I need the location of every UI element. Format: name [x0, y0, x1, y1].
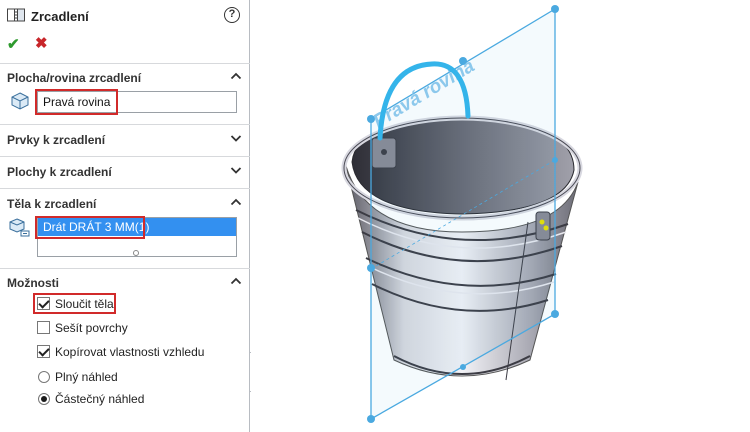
ok-button[interactable]: ✔ [7, 35, 20, 53]
highlight-bodies [35, 216, 145, 239]
mirror-feature-icon [7, 8, 25, 22]
feature-title: Zrcadlení [31, 9, 89, 24]
divider [0, 63, 250, 64]
partial-preview-label: Částečný náhled [55, 392, 145, 406]
section-features[interactable]: Prvky k zrcadlení [0, 130, 250, 150]
section-bodies[interactable]: Těla k zrcadlení [0, 194, 250, 214]
full-preview-radio[interactable] [38, 371, 50, 383]
knit-surfaces-checkbox[interactable] [37, 321, 50, 334]
list-resize-handle[interactable] [133, 250, 139, 256]
section-options-label: Možnosti [7, 276, 59, 290]
graphics-viewport[interactable]: Pravá rovina [251, 0, 750, 432]
feature-titlebar: Zrcadlení ? [0, 0, 250, 30]
section-faces[interactable]: Plochy k zrcadlení [0, 162, 250, 182]
chevron-up-icon[interactable] [230, 196, 242, 208]
divider [0, 124, 250, 125]
knit-surfaces-label: Sešít povrchy [55, 321, 128, 335]
divider [0, 188, 250, 189]
chevron-down-icon[interactable] [230, 164, 242, 176]
section-bodies-label: Těla k zrcadlení [7, 197, 97, 211]
solidworks-window: Zrcadlení ? ✔ ✖ Plocha/rovina zrcadlení … [0, 0, 750, 432]
model-view[interactable]: Pravá rovina [251, 0, 750, 432]
highlight-merge-bodies [33, 293, 116, 314]
chevron-down-icon[interactable] [230, 132, 242, 144]
section-options[interactable]: Možnosti [0, 273, 250, 293]
chevron-up-icon[interactable] [230, 70, 242, 82]
highlight-mirror-plane [35, 89, 118, 115]
cancel-button[interactable]: ✖ [35, 34, 48, 52]
divider [0, 156, 250, 157]
chevron-up-icon[interactable] [230, 275, 242, 287]
full-preview-label: Plný náhled [55, 370, 118, 384]
plane-selection-icon [11, 92, 29, 110]
section-faces-label: Plochy k zrcadlení [7, 165, 112, 179]
section-features-label: Prvky k zrcadlení [7, 133, 106, 147]
copy-appearance-label: Kopírovat vlastnosti vzhledu [55, 345, 205, 359]
section-mirror-plane-label: Plocha/rovina zrcadlení [7, 71, 142, 85]
partial-preview-radio[interactable] [38, 393, 50, 405]
help-icon[interactable]: ? [224, 7, 240, 23]
section-mirror-plane[interactable]: Plocha/rovina zrcadlení [0, 68, 250, 88]
divider [0, 268, 250, 269]
copy-appearance-checkbox[interactable] [37, 345, 50, 358]
property-manager-panel: Zrcadlení ? ✔ ✖ Plocha/rovina zrcadlení … [0, 0, 250, 432]
bodies-selection-icon [9, 218, 30, 237]
